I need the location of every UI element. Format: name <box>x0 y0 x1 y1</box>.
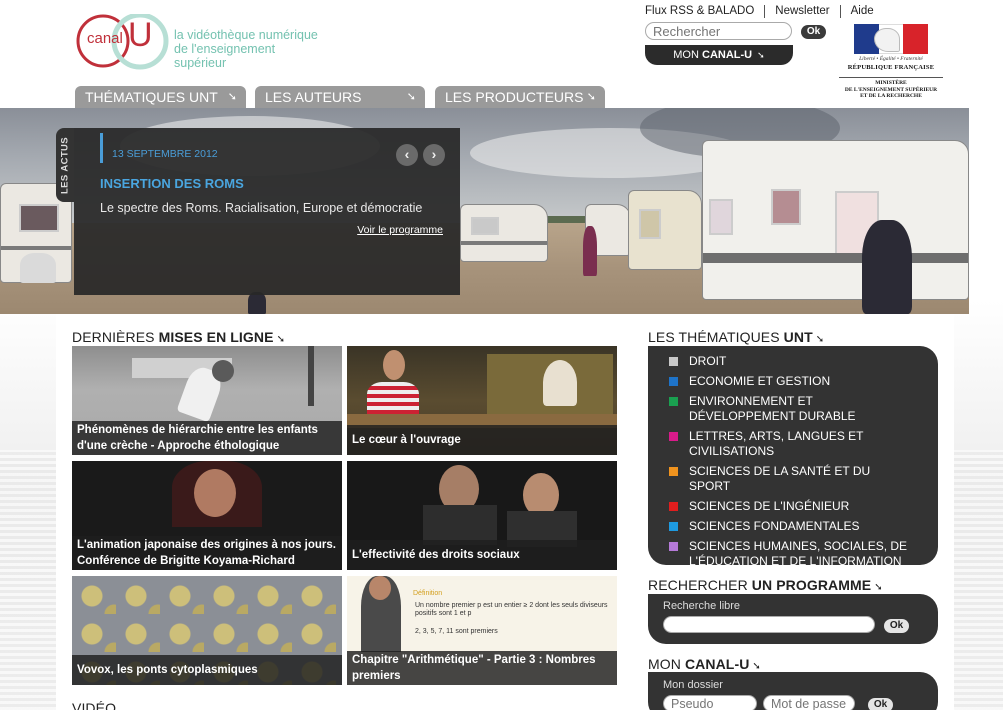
logo-tagline: la vidéothèque numérique de l'enseigneme… <box>174 28 318 70</box>
news-panel: 13 SEPTEMBRE 2012 ‹ › INSERTION DES ROMS… <box>74 128 460 295</box>
arrow-icon: ➘ <box>752 661 761 672</box>
help-link[interactable]: Aide <box>839 5 884 18</box>
arrow-icon: ➘ <box>586 91 596 103</box>
video-tile[interactable]: L'effectivité des droits sociaux <box>347 461 617 570</box>
video-title: Chapitre "Arithmétique" - Partie 3 : Nom… <box>347 651 617 685</box>
newsletter-link[interactable]: Newsletter <box>764 5 839 18</box>
my-folder-label: Mon dossier <box>663 679 723 691</box>
actus-tab[interactable]: LES ACTUS <box>56 128 74 202</box>
arrow-icon: ➘ <box>227 91 237 103</box>
latest-section-title[interactable]: DERNIÈRES MISES EN LIGNE ➘ <box>72 329 285 345</box>
theme-item[interactable]: SCIENCES HUMAINES, SOCIALES, DE L'ÉDUCAT… <box>648 539 938 569</box>
video-title: L'animation japonaise des origines à nos… <box>72 536 342 570</box>
view-program-link[interactable]: Voir le programme <box>357 224 443 236</box>
tab-thematiques-unt[interactable]: THÉMATIQUES UNT ➘ <box>75 86 246 108</box>
arrow-icon: ➘ <box>757 50 765 60</box>
video-title: L'effectivité des droits sociaux <box>347 540 617 570</box>
color-square-icon <box>669 467 678 476</box>
theme-label: SCIENCES DE L'INGÉNIEUR <box>689 499 850 513</box>
color-square-icon <box>669 542 678 551</box>
theme-item[interactable]: ECONOMIE ET GESTION <box>648 374 938 389</box>
date-accent-bar <box>100 133 103 163</box>
theme-label: LETTRES, ARTS, LANGUES ET CIVILISATIONS <box>689 429 864 458</box>
themes-list: DROIT ECONOMIE ET GESTION ENVIRONNEMENT ET… <box>648 346 938 569</box>
username-input[interactable] <box>663 695 757 710</box>
color-square-icon <box>669 432 678 441</box>
canal-u-logo[interactable]: canal U la vidéothèque numérique de l'en… <box>76 14 326 70</box>
password-input[interactable] <box>763 695 855 710</box>
ministry-divider <box>839 77 943 78</box>
theme-item[interactable]: DROIT <box>648 354 938 369</box>
color-square-icon <box>669 357 678 366</box>
video-section-title: VIDÉO <box>72 700 117 710</box>
theme-item[interactable]: SCIENCES DE LA SANTÉ ET DU SPORT <box>648 464 938 494</box>
arrow-icon: ➘ <box>406 91 416 103</box>
header-search-ok-button[interactable]: Ok <box>801 25 826 39</box>
theme-label: ENVIRONNEMENT ET DÉVELOPPEMENT DURABLE <box>689 394 856 423</box>
color-square-icon <box>669 377 678 386</box>
theme-item[interactable]: LETTRES, ARTS, LANGUES ET CIVILISATIONS <box>648 429 938 459</box>
theme-label: SCIENCES DE LA SANTÉ ET DU SPORT <box>689 464 871 493</box>
rss-link[interactable]: Flux RSS & BALADO <box>645 5 764 18</box>
video-title: Vovox, les ponts cytoplasmiques <box>72 655 342 685</box>
ministry-logo[interactable]: Liberté • Égalité • Fraternité RÉPUBLIQU… <box>839 20 943 102</box>
video-title: Le cœur à l'ouvrage <box>347 425 617 455</box>
mon-canal-section-title[interactable]: MON CANAL-U ➘ <box>648 656 761 672</box>
marianne-icon <box>874 28 900 52</box>
logo-letter: U <box>128 16 153 54</box>
header-search-input[interactable] <box>645 22 792 40</box>
mon-canal-u-button[interactable]: MON CANAL-U ➘ <box>645 45 793 65</box>
tab-les-producteurs[interactable]: LES PRODUCTEURS ➘ <box>435 86 605 108</box>
news-title[interactable]: INSERTION DES ROMS <box>100 176 244 191</box>
program-search-ok-button[interactable]: Ok <box>884 619 909 633</box>
logo-word: canal <box>87 30 123 47</box>
theme-label: DROIT <box>689 354 727 368</box>
video-tile[interactable]: Définition Un nombre premier p est un en… <box>347 576 617 685</box>
republic-label: RÉPUBLIQUE FRANÇAISE <box>847 64 935 71</box>
arrow-icon: ➘ <box>874 582 883 593</box>
theme-item[interactable]: SCIENCES FONDAMENTALES <box>648 519 938 534</box>
free-search-label: Recherche libre <box>663 600 741 612</box>
news-date: 13 SEPTEMBRE 2012 <box>112 148 218 160</box>
video-tile[interactable]: Vovox, les ponts cytoplasmiques <box>72 576 342 685</box>
theme-label: SCIENCES FONDAMENTALES <box>689 519 860 533</box>
color-square-icon <box>669 397 678 406</box>
ministry-name: MINISTÈRE DE L'ENSEIGNEMENT SUPÉRIEUR ET… <box>844 80 938 99</box>
login-ok-button[interactable]: Ok <box>868 698 893 710</box>
video-tile[interactable]: L'animation japonaise des origines à nos… <box>72 461 342 570</box>
themes-panel: DROIT ECONOMIE ET GESTION ENVIRONNEMENT ET… <box>648 346 938 568</box>
tab-les-auteurs[interactable]: LES AUTEURS ➘ <box>255 86 425 108</box>
french-flag-icon <box>854 24 929 54</box>
video-title: Phénomènes de hiérarchie entre les enfan… <box>72 421 342 455</box>
arrow-icon: ➘ <box>276 334 286 345</box>
program-search-title[interactable]: RECHERCHER UN PROGRAMME ➘ <box>648 577 883 593</box>
themes-section-title[interactable]: LES THÉMATIQUES UNT ➘ <box>648 329 824 345</box>
theme-item[interactable]: SCIENCES DE L'INGÉNIEUR <box>648 499 938 514</box>
color-square-icon <box>669 502 678 511</box>
news-description: Le spectre des Roms. Racialisation, Euro… <box>100 201 423 215</box>
prev-arrow-icon[interactable]: ‹ <box>396 144 418 166</box>
top-links: Flux RSS & BALADO Newsletter Aide <box>645 5 884 18</box>
program-search-input[interactable] <box>663 616 875 633</box>
color-square-icon <box>669 522 678 531</box>
theme-label: ECONOMIE ET GESTION <box>689 374 831 388</box>
theme-label: SCIENCES HUMAINES, SOCIALES, DE L'ÉDUCAT… <box>689 539 908 568</box>
next-arrow-icon[interactable]: › <box>423 144 445 166</box>
video-tile[interactable]: Phénomènes de hiérarchie entre les enfan… <box>72 346 342 455</box>
theme-item[interactable]: ENVIRONNEMENT ET DÉVELOPPEMENT DURABLE <box>648 394 938 424</box>
video-tile[interactable]: Le cœur à l'ouvrage <box>347 346 617 455</box>
arrow-icon: ➘ <box>815 334 825 345</box>
ministry-motto: Liberté • Égalité • Fraternité <box>859 56 923 62</box>
